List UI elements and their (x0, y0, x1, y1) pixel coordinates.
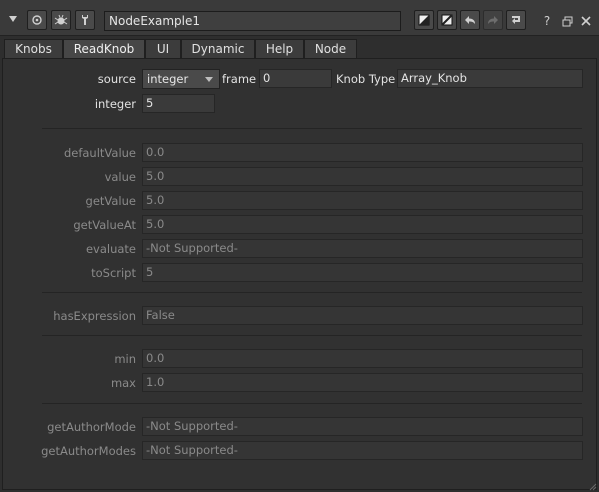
min-field: 0.0 (142, 349, 583, 368)
divider (42, 403, 582, 404)
getauthormode-label: getAuthorMode (47, 420, 136, 434)
divider (42, 128, 582, 129)
tab-help[interactable]: Help (255, 39, 304, 59)
max-field: 1.0 (142, 373, 583, 392)
toscript-label: toScript (91, 266, 136, 280)
viewer-toggle-icon[interactable] (27, 10, 47, 30)
max-label: max (110, 376, 136, 390)
source-dropdown[interactable]: integer (142, 69, 220, 89)
knob-type-field[interactable]: Array_Knob (397, 69, 583, 88)
getauthormodes-field: -Not Supported- (142, 441, 583, 460)
getauthormodes-label: getAuthorModes (41, 444, 136, 458)
defaultvalue-label: defaultValue (63, 146, 136, 160)
defaultvalue-field: 0.0 (142, 143, 583, 162)
tab-dynamic[interactable]: Dynamic (181, 39, 255, 59)
integer-label: integer (94, 97, 136, 111)
undo-icon[interactable] (460, 10, 480, 30)
min-label: min (114, 352, 136, 366)
close-icon[interactable] (578, 13, 594, 29)
revert-icon[interactable] (506, 10, 526, 30)
frame-input[interactable]: 0 (259, 69, 332, 88)
node-name-field[interactable]: NodeExample1 (104, 11, 401, 31)
divider (42, 335, 582, 336)
source-label: source (97, 72, 136, 86)
evaluate-field: -Not Supported- (142, 239, 583, 258)
frame-label: frame (222, 72, 257, 86)
color-swatch-node-icon[interactable] (414, 10, 434, 30)
tab-knobs[interactable]: Knobs (4, 39, 63, 59)
integer-input[interactable]: 5 (142, 94, 215, 113)
redo-icon[interactable] (483, 10, 503, 30)
getvalueat-field: 5.0 (142, 215, 583, 234)
getvalueat-label: getValueAt (73, 218, 136, 232)
source-dropdown-value: integer (147, 72, 189, 86)
color-swatch-tile-icon[interactable] (437, 10, 457, 30)
float-window-icon[interactable] (559, 13, 575, 29)
getvalue-label: getValue (85, 194, 136, 208)
knob-type-label: Knob Type (336, 72, 396, 86)
node-titlebar: NodeExample1 ? (0, 0, 599, 36)
tab-readknob[interactable]: ReadKnob (63, 39, 145, 60)
tab-node[interactable]: Node (304, 39, 357, 59)
toscript-field: 5 (142, 263, 583, 282)
wrench-icon[interactable] (75, 10, 95, 30)
tab-bar: Knobs ReadKnob UI Dynamic Help Node (0, 39, 599, 60)
help-label: ? (543, 14, 551, 28)
evaluate-label: evaluate (85, 242, 136, 256)
collapse-triangle-icon[interactable] (5, 11, 21, 27)
value-label: value (104, 170, 136, 184)
chevron-down-icon (205, 77, 213, 82)
getvalue-field: 5.0 (142, 191, 583, 210)
hasexpression-label: hasExpression (53, 309, 136, 323)
bug-icon[interactable] (51, 10, 71, 30)
getauthormode-field: -Not Supported- (142, 417, 583, 436)
tab-ui[interactable]: UI (145, 39, 181, 59)
hasexpression-field: False (142, 306, 583, 325)
divider (42, 292, 582, 293)
value-field: 5.0 (142, 167, 583, 186)
help-icon[interactable]: ? (539, 13, 555, 29)
resize-grip-icon[interactable] (587, 480, 597, 491)
